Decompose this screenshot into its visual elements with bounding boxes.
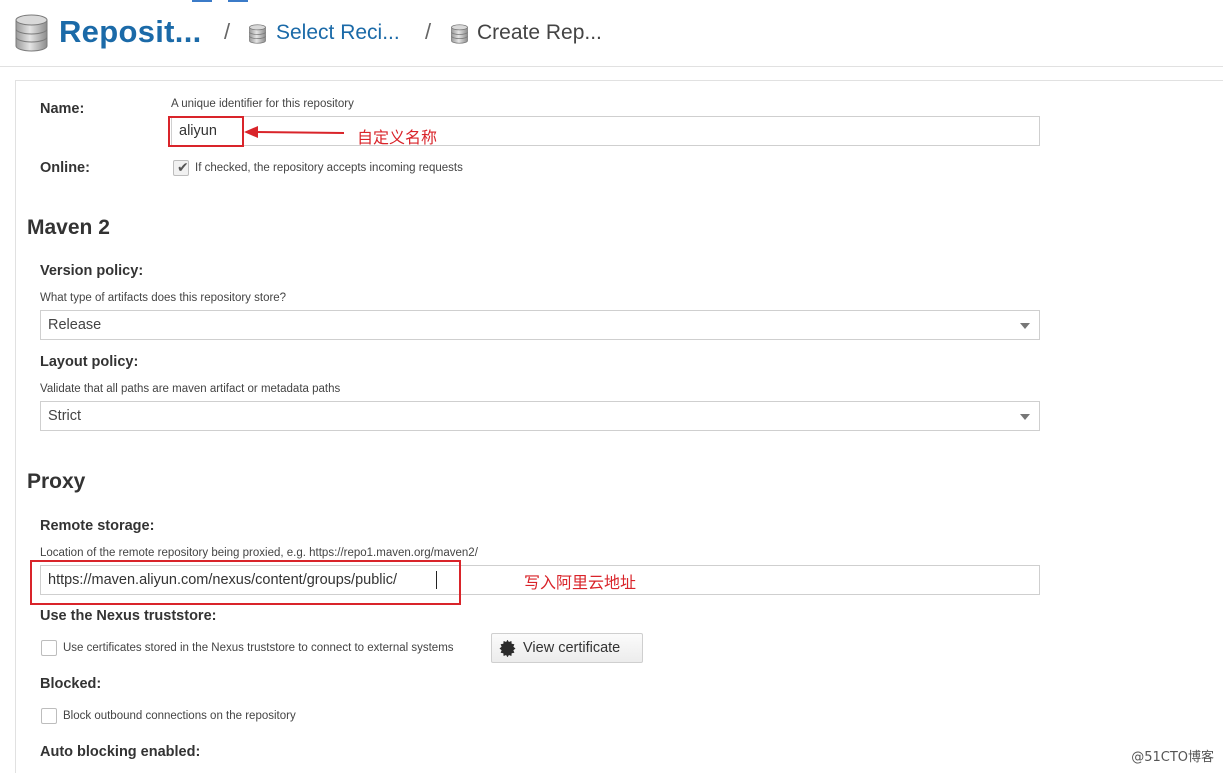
blocked-label: Blocked: — [40, 676, 102, 692]
proxy-section-title: Proxy — [27, 470, 86, 493]
breadcrumb-root-link[interactable]: Reposit... — [59, 14, 202, 50]
checkmark-icon: ✔ — [177, 160, 189, 176]
auto-blocking-label: Auto blocking enabled: — [40, 744, 201, 760]
database-icon — [15, 14, 48, 52]
database-icon — [451, 24, 468, 44]
breadcrumb-recipe-link[interactable]: Select Reci... — [276, 21, 400, 45]
view-certificate-label: View certificate — [523, 640, 621, 656]
blocked-description: Block outbound connections on the reposi… — [63, 710, 296, 722]
breadcrumb-separator: / — [425, 19, 432, 44]
url-highlight-box — [30, 560, 461, 605]
top-accent-mark — [192, 0, 212, 2]
remote-storage-label: Remote storage: — [40, 518, 155, 534]
left-arrow-icon — [244, 126, 344, 138]
dropdown-caret-icon — [1020, 323, 1030, 329]
name-label: Name: — [40, 101, 85, 117]
url-annotation-text: 写入阿里云地址 — [524, 573, 637, 592]
view-certificate-button[interactable]: View certificate — [491, 633, 643, 663]
blocked-checkbox[interactable] — [41, 708, 57, 724]
version-policy-value: Release — [48, 317, 102, 333]
certificate-seal-icon — [499, 640, 516, 657]
maven-section-title: Maven 2 — [27, 216, 110, 239]
name-help-text: A unique identifier for this repository — [171, 98, 354, 110]
online-description: If checked, the repository accepts incom… — [195, 162, 463, 174]
online-label: Online: — [40, 160, 90, 176]
layout-policy-value: Strict — [48, 408, 82, 424]
truststore-label: Use the Nexus truststore: — [40, 608, 217, 624]
top-accent-mark — [228, 0, 248, 2]
breadcrumb-current: Create Rep... — [477, 21, 602, 44]
breadcrumb-bar: Reposit... / Select Reci... / Create Rep… — [0, 0, 1223, 67]
database-icon — [249, 24, 266, 44]
online-checkbox[interactable]: ✔ — [173, 160, 189, 176]
version-policy-help: What type of artifacts does this reposit… — [40, 292, 287, 304]
name-highlight-box — [168, 116, 244, 147]
breadcrumb-separator: / — [224, 19, 231, 44]
layout-policy-select[interactable]: Strict — [40, 401, 1040, 431]
version-policy-select[interactable]: Release — [40, 310, 1040, 340]
watermark: @51CTO博客 — [1131, 750, 1214, 765]
truststore-checkbox[interactable] — [41, 640, 57, 656]
layout-policy-help: Validate that all paths are maven artifa… — [40, 383, 341, 395]
name-annotation-text: 自定义名称 — [357, 128, 438, 147]
remote-storage-help: Location of the remote repository being … — [40, 547, 478, 559]
version-policy-label: Version policy: — [40, 263, 144, 279]
dropdown-caret-icon — [1020, 414, 1030, 420]
truststore-description: Use certificates stored in the Nexus tru… — [63, 642, 454, 654]
layout-policy-label: Layout policy: — [40, 354, 139, 370]
